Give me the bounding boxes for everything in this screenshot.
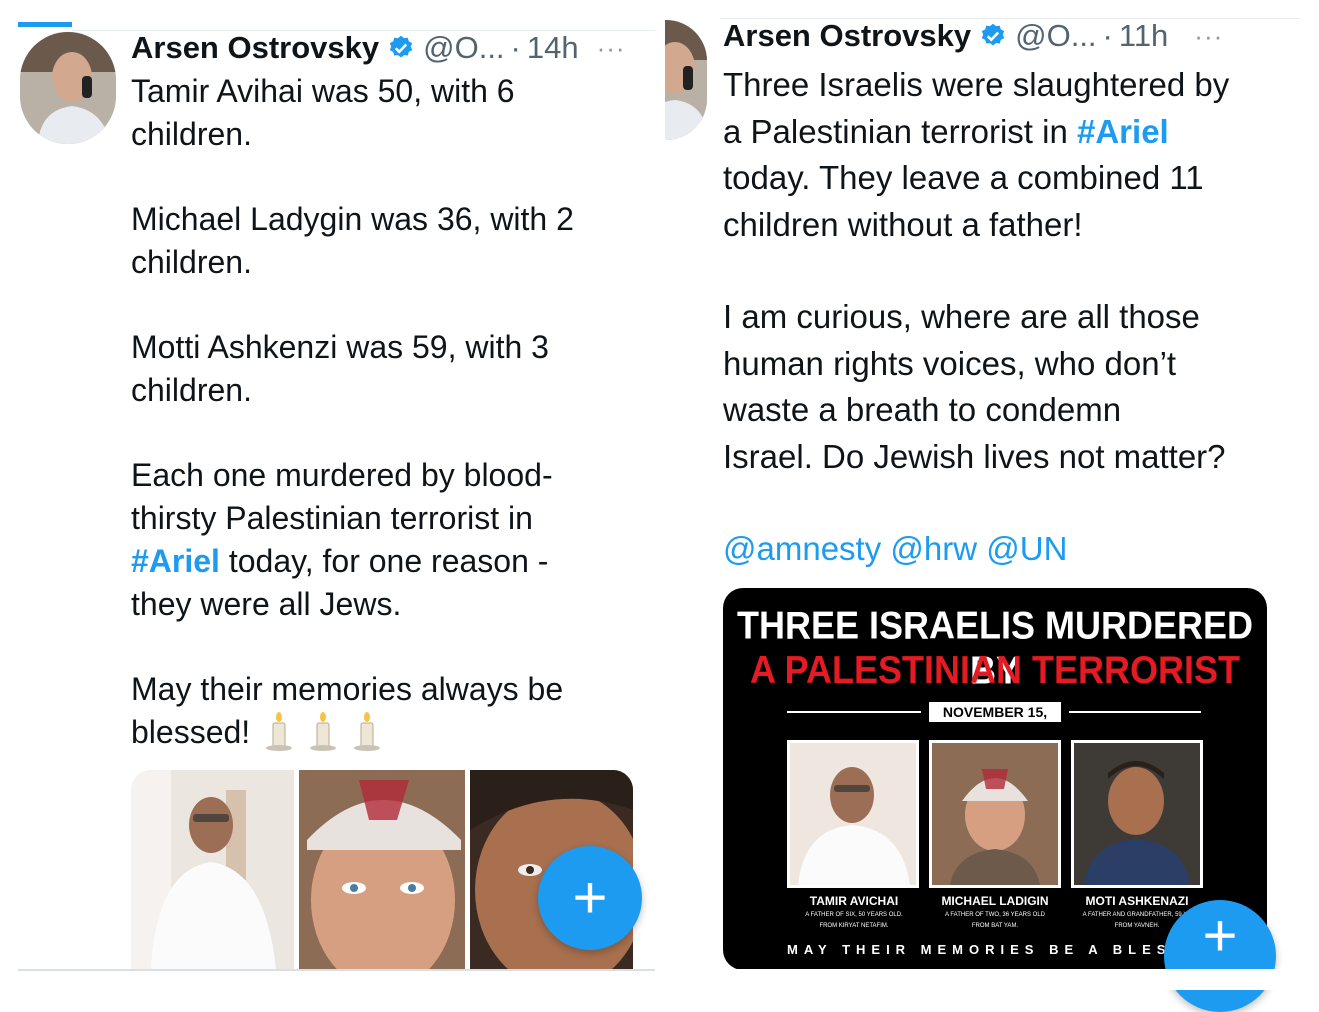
author-handle[interactable]: @O...	[423, 30, 504, 66]
candle-icon	[264, 711, 294, 751]
text-fragment: today, for one reason -	[228, 543, 549, 579]
verified-badge-icon	[389, 35, 413, 58]
mentions-line: @amnesty @hrw @UN	[723, 526, 1313, 573]
timestamp[interactable]: 11h	[1119, 18, 1168, 54]
plus-icon: +	[1202, 902, 1238, 969]
compose-tweet-button[interactable]: +	[1164, 900, 1276, 1012]
person-desc: A FATHER OF TWO, 36 YEARS OLD FROM BAT YA…	[925, 910, 1065, 932]
photo-tamir[interactable]	[131, 770, 294, 970]
author-name[interactable]: Arsen Ostrovsky	[131, 30, 379, 66]
author-handle[interactable]: @O...	[1015, 18, 1096, 54]
text-fragment: blessed!	[131, 714, 251, 750]
text-line: I am curious, where are all those	[723, 298, 1200, 335]
text-line: thirsty Palestinian terrorist in	[131, 500, 533, 536]
text-line: today. They leave a combined 11	[723, 159, 1204, 196]
text-line: a Palestinian terrorist in #Ariel	[723, 109, 1313, 156]
text-line: they were all Jews.	[131, 586, 402, 622]
hashtag-link[interactable]: #Ariel	[131, 543, 220, 579]
verified-badge-icon	[981, 23, 1005, 46]
card-date: NOVEMBER 15, 2022	[929, 702, 1061, 740]
text-line: waste a breath to condemn	[723, 391, 1122, 428]
tweet-header: Arsen Ostrovsky @O... · 11h ···	[723, 16, 1223, 56]
avatar[interactable]	[665, 20, 707, 140]
portrait-tamir	[787, 740, 919, 888]
hashtag-link[interactable]: #Ariel	[1077, 113, 1169, 150]
text-line: children.	[131, 244, 252, 280]
portrait-motti	[1071, 740, 1203, 888]
card-title-line2: A PALESTINIAN TERRORIST	[749, 647, 1240, 692]
text-line: Each one murdered by blood-	[131, 457, 553, 493]
candle-icon	[352, 711, 382, 751]
card-footer: MAY THEIR MEMORIES BE A BLESS	[787, 942, 1187, 957]
compose-tweet-button[interactable]: +	[538, 846, 642, 950]
candle-icon	[308, 711, 338, 751]
person-desc-line: FROM KIRYAT NETAFIM.	[819, 923, 889, 929]
separator: ·	[1102, 18, 1113, 53]
more-options-icon[interactable]: ···	[1194, 21, 1223, 52]
tab-indicator	[18, 22, 72, 27]
mention-link[interactable]: @hrw	[890, 530, 977, 567]
person-desc-line: A FATHER OF SIX, 50 YEARS OLD.	[805, 912, 903, 918]
text-line: Michael Ladygin was 36, with 2	[131, 201, 574, 237]
left-tweet-panel: Arsen Ostrovsky @O... · 14h ··· Tamir Av…	[0, 0, 655, 990]
tweet-body: Tamir Avihai was 50, with 6 children. Mi…	[131, 70, 641, 754]
portrait-michael	[929, 740, 1061, 888]
page-bottom	[665, 969, 1319, 990]
more-options-icon[interactable]: ···	[597, 33, 626, 64]
person-name: TAMIR AVICHAI	[809, 894, 899, 908]
avatar[interactable]	[20, 32, 116, 144]
text-line: Tamir Avihai was 50, with 6	[131, 73, 515, 109]
person-desc-line: FROM BAT YAM.	[971, 923, 1019, 929]
text-line: Israel. Do Jewish lives not matter?	[723, 437, 1226, 475]
separator: ·	[510, 30, 521, 65]
tweet-header: Arsen Ostrovsky @O... · 14h ···	[131, 28, 626, 68]
divider	[18, 969, 655, 971]
text-line: children.	[131, 116, 252, 152]
plus-icon: +	[572, 864, 608, 931]
person-desc: A FATHER OF SIX, 50 YEARS OLD. FROM KIRYA…	[784, 910, 924, 932]
text-line: Motti Ashkenzi was 59, with 3	[131, 329, 549, 365]
text-line: Three Israelis were slaughtered by	[723, 66, 1230, 103]
divider	[1069, 711, 1201, 713]
photo-michael[interactable]	[299, 770, 465, 970]
text-fragment: a Palestinian terrorist in	[723, 112, 1068, 150]
text-line: May their memories always be	[131, 671, 564, 707]
author-name[interactable]: Arsen Ostrovsky	[723, 18, 971, 54]
person-name: MOTI ASHKENAZI	[1085, 894, 1189, 908]
divider	[787, 711, 921, 713]
text-line: children.	[131, 372, 252, 408]
text-line: children without a father!	[723, 205, 1083, 243]
mention-link[interactable]: @UN	[986, 530, 1067, 567]
tweet-body: Three Israelis were slaughtered by a Pal…	[723, 62, 1313, 573]
timestamp[interactable]: 14h	[527, 30, 579, 66]
person-name: MICHAEL LADIGIN	[941, 894, 1049, 908]
text-line: #Ariel today, for one reason -	[131, 540, 641, 583]
mention-link[interactable]: @amnesty	[723, 530, 881, 567]
text-line: human rights voices, who don’t	[723, 344, 1177, 382]
person-desc-line: A FATHER OF TWO, 36 YEARS OLD	[944, 912, 1046, 918]
text-line: blessed!	[131, 711, 641, 754]
